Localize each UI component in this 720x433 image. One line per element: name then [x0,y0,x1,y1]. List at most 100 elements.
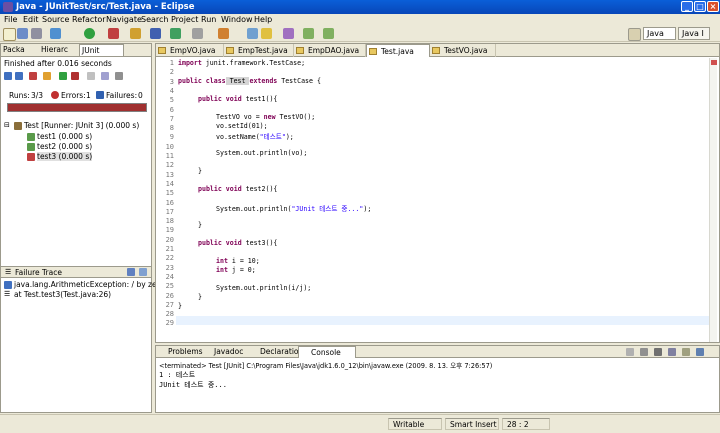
open-type-icon[interactable] [192,28,203,39]
menu-window[interactable]: Window [221,15,253,24]
rerun-test-icon[interactable] [59,72,67,80]
save-icon[interactable] [17,28,28,39]
tree-test3[interactable]: test3 (0.000 s) [37,152,93,161]
code-text-area[interactable]: import junit.framework.TestCase; public … [156,59,716,342]
view-menu-icon[interactable] [115,72,123,80]
editor-tab-testvo[interactable]: TestVO.java [430,44,496,57]
failure-trace-title: Failure Trace [15,268,62,277]
java-file-icon [226,47,234,54]
next-annotation-icon[interactable] [283,28,294,39]
status-writable: Writable [388,418,442,430]
code-line-27: } [198,293,202,301]
debug-icon[interactable] [50,28,61,39]
clear-console-icon[interactable] [654,348,662,356]
status-cursor-position: 28 : 2 [502,418,550,430]
previous-failure-icon[interactable] [15,72,23,80]
scroll-lock-icon[interactable] [43,72,51,80]
forward-icon[interactable] [323,28,334,39]
maximize-button[interactable]: □ [694,1,706,12]
new-package-icon[interactable] [150,28,161,39]
errors-label: Errors: [61,91,86,100]
menu-source[interactable]: Source [42,15,69,24]
code-line-8: vo.setId(01); [216,122,268,130]
trace-line-frame[interactable]: at Test.test3(Test.java:26) [14,290,111,299]
code-editor: EmpVO.java EmpTest.java EmpDAO.java Test… [155,43,720,343]
compare-result-icon[interactable] [139,268,147,276]
failure-icon [96,91,104,99]
external-tools-icon[interactable] [108,28,119,39]
new-java-project-icon[interactable] [130,28,141,39]
trace-line-exception[interactable]: java.lang.ArithmeticException: / by zero [14,280,164,289]
editor-tab-emptest[interactable]: EmpTest.java [224,44,294,57]
tab-javadoc-label: Javadoc [214,347,244,356]
menu-search[interactable]: Search [141,15,168,24]
stop-icon[interactable] [87,72,95,80]
error-marker-icon[interactable] [711,60,717,65]
search-icon[interactable] [218,28,229,39]
junit-view: Packa Hierarc JUnit Finished after 0.016… [0,43,164,413]
tab-hierarchy[interactable]: Hierarc [39,44,79,56]
perspective-java[interactable]: Java [643,27,676,40]
remove-launch-icon[interactable] [640,348,648,356]
next-failure-icon[interactable] [4,72,12,80]
menu-run[interactable]: Run [201,15,216,24]
console-output-line-2: JUnit 테스트 중... [159,381,227,389]
tab-declaration[interactable]: Declaration [248,346,303,358]
tab-javadoc[interactable]: Javadoc [202,346,248,358]
code-line-28: } [178,302,182,310]
filter-stack-icon[interactable] [127,268,135,276]
failures-label: Failures: [106,91,138,100]
open-perspective-icon[interactable] [628,28,641,41]
menu-navigate[interactable]: Navigate [106,15,142,24]
code-line-21: public void test3(){ [198,239,278,247]
tree-test1[interactable]: test1 (0.000 s) [37,132,92,141]
menu-edit[interactable]: Edit [23,15,39,24]
annotation-icon[interactable] [261,28,272,39]
menu-help[interactable]: Help [254,15,272,24]
tab-declaration-label: Declaration [260,347,304,356]
perspective-java-i[interactable]: Java I [678,27,710,40]
close-button[interactable]: × [707,1,719,12]
console-view: Problems Javadoc Declaration Console <te… [155,345,720,413]
menu-project[interactable]: Project [171,15,198,24]
minimize-button[interactable]: _ [681,1,693,12]
new-icon[interactable] [3,28,16,41]
runs-label: Runs: [9,91,30,100]
overview-ruler[interactable] [709,58,717,342]
editor-tab-empvo[interactable]: EmpVO.java [156,44,224,57]
display-console-icon[interactable] [696,348,704,356]
main-toolbar: Java Java I [0,26,720,42]
tab-package-explorer[interactable]: Packa [1,44,39,56]
test-pass-icon [27,143,35,151]
tab-console[interactable]: Console [298,346,356,358]
print-icon[interactable] [31,28,42,39]
tab-junit[interactable]: JUnit [79,44,124,56]
pin-console-icon[interactable] [682,348,690,356]
tree-suite[interactable]: Test [Runner: JUnit 3] (0.000 s) [24,121,139,130]
rerun-failed-first-icon[interactable] [71,72,79,80]
menu-refactor[interactable]: Refactor [72,15,106,24]
test-run-history-icon[interactable] [101,72,109,80]
code-line-23: int i = 10; [216,257,260,265]
run-icon[interactable] [84,28,95,39]
toggle-mark-icon[interactable] [247,28,258,39]
editor-tab-label: TestVO.java [444,46,488,55]
tree-collapse-toggle[interactable]: ⊟ [4,121,10,129]
code-line-5: public void test1(){ [198,95,278,103]
terminate-icon[interactable] [626,348,634,356]
show-failures-only-icon[interactable] [29,72,37,80]
errors-value: 1 [86,91,91,100]
tree-test2[interactable]: test2 (0.000 s) [37,142,92,151]
new-class-icon[interactable] [170,28,181,39]
editor-tab-empdao[interactable]: EmpDAO.java [294,44,366,57]
code-line-24: int j = 0; [216,266,256,274]
status-bar: Writable Smart Insert 28 : 2 [0,414,720,433]
back-icon[interactable] [303,28,314,39]
scroll-lock-console-icon[interactable] [668,348,676,356]
code-line-13: } [198,167,202,175]
failures-value: 0 [138,91,143,100]
editor-tab-test[interactable]: Test.java [366,44,430,57]
menu-file[interactable]: File [4,15,17,24]
editor-tab-label: Test.java [381,47,414,56]
tab-problems[interactable]: Problems [156,346,203,358]
